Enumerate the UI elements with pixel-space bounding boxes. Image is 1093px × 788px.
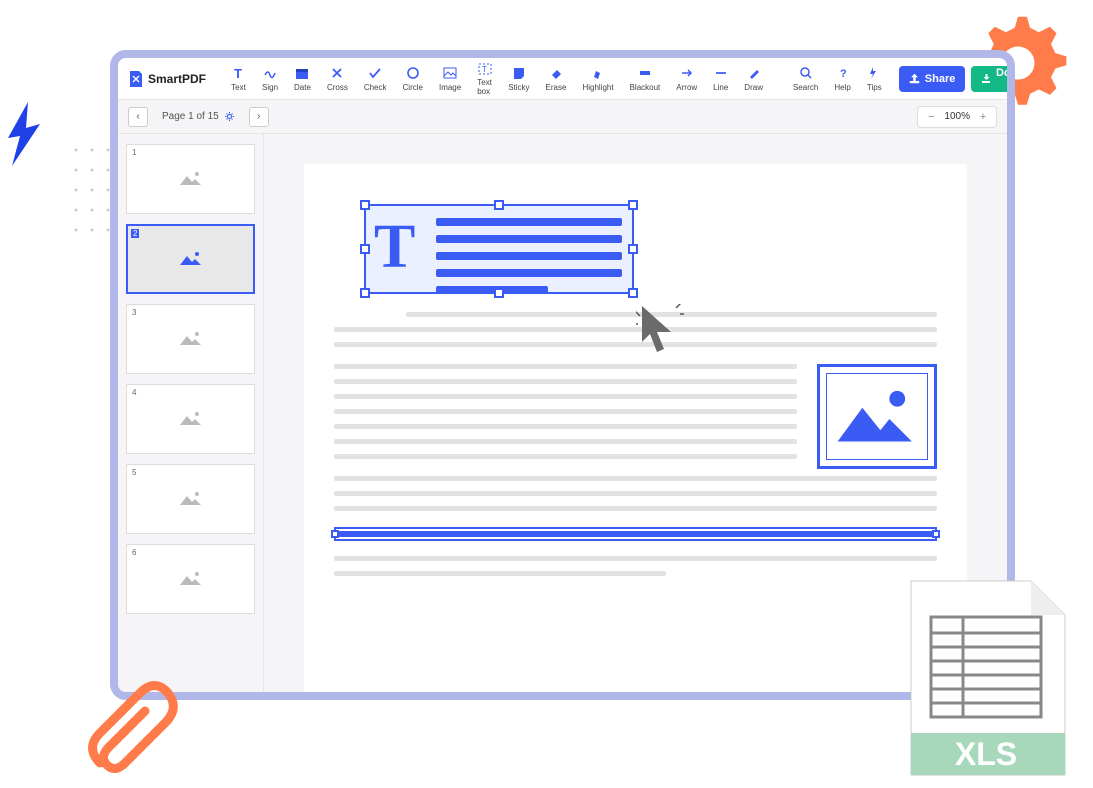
thumbnail-1[interactable]: 1 [126,144,255,214]
tool-image[interactable]: Image [434,64,466,94]
resize-handle[interactable] [628,200,638,210]
thumbnail-sidebar: 1 2 3 4 5 6 [118,134,264,692]
tool-text[interactable]: TText [226,64,251,94]
toolbar: SmartPDF TText Sign Date Cross Check Cir… [118,58,1007,100]
svg-text:XLS: XLS [955,736,1017,772]
tool-circle[interactable]: Circle [398,64,428,94]
download-button[interactable]: Download pdf [971,66,1015,92]
blackout-icon [637,66,652,81]
svg-text:?: ? [840,68,847,80]
image-placeholder-icon [178,329,204,349]
svg-text:T: T [234,66,242,80]
svg-text:T: T [482,65,487,74]
resize-handle[interactable] [628,244,638,254]
tool-help[interactable]: ?Help [829,64,855,94]
image-placeholder-icon [832,383,922,451]
thumbnail-4[interactable]: 4 [126,384,255,454]
tool-highlight[interactable]: Highlight [577,64,618,94]
body-text-lines [334,476,937,511]
line-icon [713,66,728,81]
gear-icon[interactable] [224,111,235,122]
resize-handle[interactable] [932,530,940,538]
resize-handle[interactable] [494,200,504,210]
zoom-in-button[interactable]: + [976,110,990,124]
resize-handle[interactable] [494,288,504,298]
image-placeholder-icon [178,569,204,589]
page-indicator: Page 1 of 15 [162,111,235,122]
help-icon: ? [835,66,850,81]
circle-icon [405,66,420,81]
bolt-icon [867,66,882,81]
dropcap-letter: T [374,212,415,283]
calendar-icon [295,66,310,81]
bolt-decoration [0,100,50,170]
arrow-icon [679,66,694,81]
image-placeholder-icon [178,409,204,429]
thumbnail-6[interactable]: 6 [126,544,255,614]
pencil-icon [746,66,761,81]
image-selection-block[interactable] [817,364,937,469]
app-window: SmartPDF TText Sign Date Cross Check Cir… [110,50,1015,700]
paperclip-decoration [70,668,180,788]
tool-arrow[interactable]: Arrow [671,64,702,94]
share-button[interactable]: Share [899,66,966,92]
check-icon [368,66,383,81]
line-selection-block[interactable] [334,527,937,541]
logo-text: SmartPDF [148,72,206,86]
zoom-out-button[interactable]: − [924,110,938,124]
app-logo[interactable]: SmartPDF [128,70,206,88]
highlight-icon [591,66,606,81]
zoom-value: 100% [944,111,970,122]
image-placeholder-icon [178,169,204,189]
tool-sticky[interactable]: Sticky [503,64,534,94]
download-icon [981,73,989,84]
tool-erase[interactable]: Erase [541,64,572,94]
cross-icon [330,66,345,81]
image-icon [443,66,458,81]
page-canvas: T [264,134,1007,692]
next-page-button[interactable]: › [249,107,269,127]
textbox-icon: T [477,61,492,76]
zoom-control: − 100% + [917,106,997,128]
tool-blackout[interactable]: Blackout [625,64,666,94]
text-icon: T [231,66,246,81]
body-text-lines [334,556,937,576]
prev-page-button[interactable]: ‹ [128,107,148,127]
image-placeholder-icon [178,249,204,269]
tool-textbox[interactable]: TText box [472,59,497,98]
thumbnail-2[interactable]: 2 [126,224,255,294]
thumbnail-3[interactable]: 3 [126,304,255,374]
logo-icon [128,70,144,88]
share-icon [909,73,920,84]
body-text-lines [334,364,797,459]
tool-line[interactable]: Line [708,64,733,94]
tool-sign[interactable]: Sign [257,64,283,94]
sticky-icon [511,66,526,81]
sign-icon [263,66,278,81]
tool-draw[interactable]: Draw [739,64,768,94]
erase-icon [549,66,564,81]
search-icon [798,66,813,81]
resize-handle[interactable] [360,244,370,254]
thumbnail-5[interactable]: 5 [126,464,255,534]
resize-handle[interactable] [628,288,638,298]
tool-tips[interactable]: Tips [862,64,887,94]
cursor-icon [636,304,684,359]
resize-handle[interactable] [360,200,370,210]
tool-cross[interactable]: Cross [322,64,353,94]
subbar: ‹ Page 1 of 15 › − 100% + [118,100,1007,134]
resize-handle[interactable] [331,530,339,538]
text-selection-block[interactable]: T [364,204,634,294]
resize-handle[interactable] [360,288,370,298]
tool-check[interactable]: Check [359,64,392,94]
tool-search[interactable]: Search [788,64,823,94]
tool-date[interactable]: Date [289,64,316,94]
image-placeholder-icon [178,489,204,509]
xls-file-decoration: XLS [903,573,1073,788]
page[interactable]: T [304,164,967,692]
